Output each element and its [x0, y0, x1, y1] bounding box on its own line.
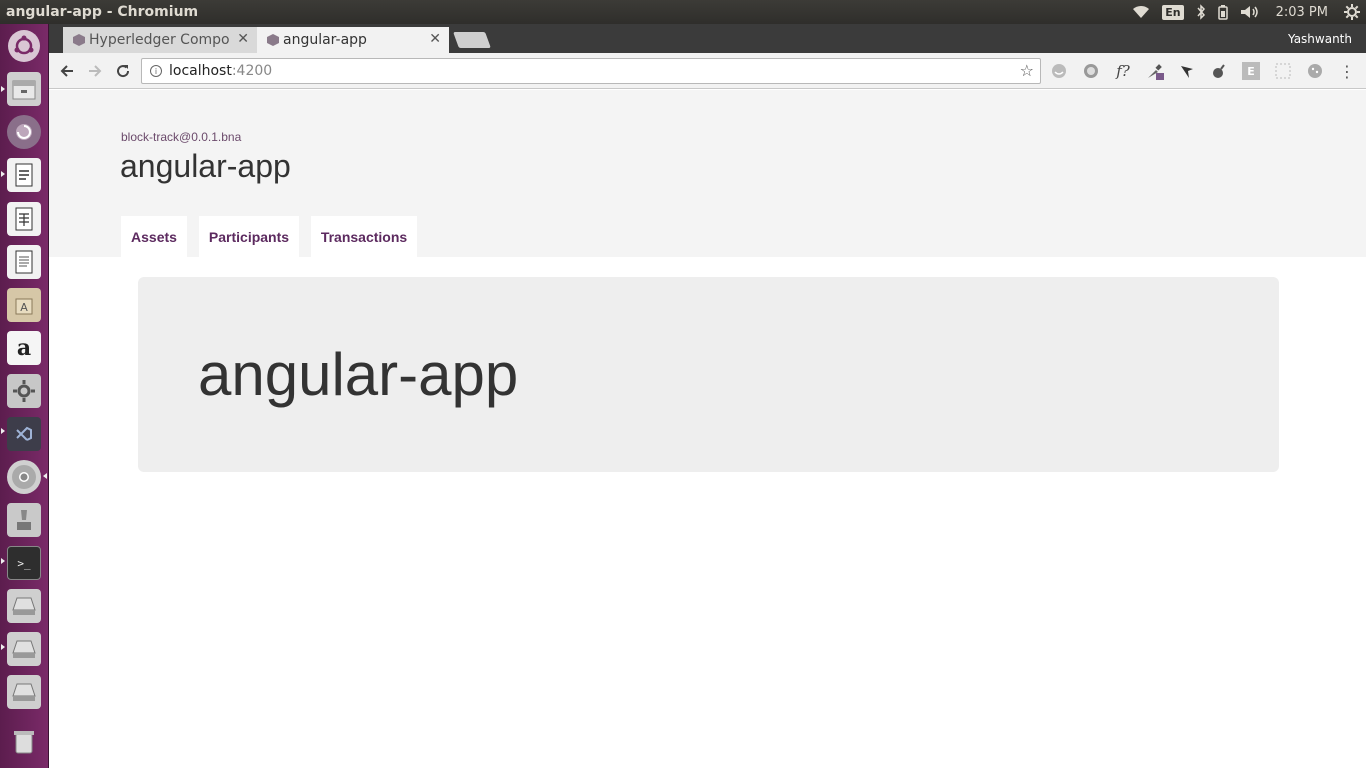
- extension-e-icon[interactable]: E: [1242, 62, 1260, 80]
- back-button[interactable]: [55, 59, 79, 83]
- bookmark-star-icon[interactable]: ☆: [1020, 61, 1034, 80]
- calc-icon[interactable]: [7, 202, 41, 236]
- software-center-icon[interactable]: A: [7, 288, 41, 322]
- reload-button[interactable]: [111, 59, 135, 83]
- running-indicator: [43, 473, 47, 479]
- tab-title: Hyperledger Compo: [89, 32, 230, 48]
- extension-function-icon[interactable]: f?: [1114, 62, 1132, 80]
- app-header: block-track@0.0.1.bna angular-app Assets…: [49, 90, 1366, 257]
- volume-icon[interactable]: [1234, 0, 1266, 24]
- network-name: block-track@0.0.1.bna: [121, 130, 242, 144]
- close-tab-icon[interactable]: ✕: [237, 31, 249, 47]
- system-settings-icon[interactable]: [7, 374, 41, 408]
- forward-button[interactable]: [83, 59, 107, 83]
- keyboard-layout-indicator[interactable]: En: [1156, 0, 1189, 24]
- text-editor-icon[interactable]: [7, 245, 41, 279]
- reload-icon: [117, 65, 130, 78]
- running-indicator: [1, 86, 5, 92]
- jumbotron: angular-app: [138, 277, 1279, 472]
- tab-participants[interactable]: Participants: [199, 216, 299, 257]
- install-icon[interactable]: [7, 503, 41, 537]
- close-tab-icon[interactable]: ✕: [429, 31, 441, 47]
- tab-assets[interactable]: Assets: [121, 216, 187, 257]
- extension-bird-icon[interactable]: [1178, 62, 1196, 80]
- new-tab-button[interactable]: [453, 32, 491, 48]
- tab-angular-app[interactable]: angular-app ✕: [257, 27, 449, 53]
- tab-transactions[interactable]: Transactions: [311, 216, 417, 257]
- browser-toolbar: i localhost:4200 ☆ f? E ⋮: [49, 53, 1366, 89]
- svg-text:A: A: [20, 301, 28, 314]
- extension-cookie-icon[interactable]: [1306, 62, 1324, 80]
- wifi-icon[interactable]: [1126, 0, 1156, 24]
- url-port: :4200: [231, 63, 273, 79]
- menu-kebab-icon[interactable]: ⋮: [1338, 62, 1356, 81]
- language-badge: En: [1162, 4, 1184, 20]
- cube-favicon-icon: [73, 34, 85, 46]
- info-icon[interactable]: i: [150, 65, 162, 77]
- drive-icon[interactable]: [7, 589, 41, 623]
- top-panel: angular-app - Chromium En 2:03 PM: [0, 0, 1366, 24]
- page-title: angular-app: [120, 148, 291, 184]
- amazon-icon[interactable]: a: [7, 331, 41, 365]
- settings-gear-icon[interactable]: [1338, 0, 1366, 24]
- jumbotron-title: angular-app: [198, 341, 519, 408]
- terminal-icon[interactable]: >_: [7, 546, 41, 580]
- extension-circle-icon[interactable]: [1082, 62, 1100, 80]
- profile-name[interactable]: Yashwanth: [1288, 32, 1352, 46]
- arrow-right-icon: [89, 65, 102, 77]
- battery-icon[interactable]: [1212, 0, 1234, 24]
- unity-launcher: A a >_: [0, 24, 49, 768]
- system-tray: En 2:03 PM: [1126, 0, 1366, 24]
- cube-favicon-icon: [267, 34, 279, 46]
- backups-icon[interactable]: [7, 115, 41, 149]
- extension-dotted-square-icon[interactable]: [1274, 62, 1292, 80]
- drive-icon[interactable]: [7, 632, 41, 666]
- extension-bomb-icon[interactable]: [1210, 62, 1228, 80]
- running-indicator: [1, 428, 5, 434]
- running-indicator: [1, 558, 5, 564]
- extension-eyedropper-icon[interactable]: [1146, 62, 1164, 80]
- bluetooth-icon[interactable]: [1190, 0, 1212, 24]
- running-indicator: [1, 171, 5, 177]
- tab-hyperledger[interactable]: Hyperledger Compo ✕: [63, 27, 257, 53]
- trash-icon[interactable]: [7, 725, 41, 759]
- files-icon[interactable]: [7, 72, 41, 106]
- chromium-icon[interactable]: [7, 460, 41, 494]
- address-bar[interactable]: i localhost:4200 ☆: [141, 58, 1041, 84]
- url-host: localhost: [169, 63, 232, 79]
- page-viewport: block-track@0.0.1.bna angular-app Assets…: [49, 90, 1366, 768]
- window-title: angular-app - Chromium: [6, 4, 199, 20]
- drive-icon[interactable]: [7, 675, 41, 709]
- browser-tabstrip: Hyperledger Compo ✕ angular-app ✕ Yashwa…: [49, 24, 1366, 53]
- extension-smiley-icon[interactable]: [1050, 62, 1068, 80]
- writer-icon[interactable]: [7, 158, 41, 192]
- clock[interactable]: 2:03 PM: [1266, 0, 1338, 24]
- arrow-left-icon: [60, 65, 73, 77]
- ubuntu-dash-icon[interactable]: [8, 30, 40, 62]
- running-indicator: [1, 644, 5, 650]
- tab-title: angular-app: [283, 32, 367, 48]
- vscode-icon[interactable]: [7, 417, 41, 451]
